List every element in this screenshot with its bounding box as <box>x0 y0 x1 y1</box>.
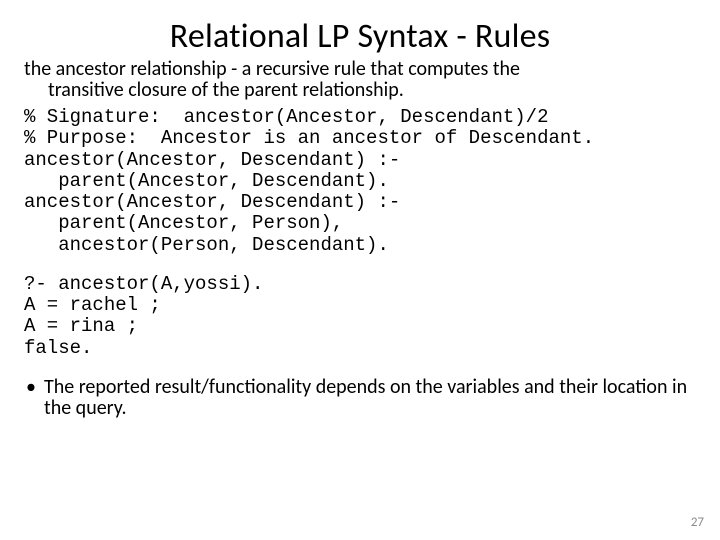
bullet-dot-icon: • <box>24 377 44 398</box>
slide: Relational LP Syntax - Rules the ancesto… <box>0 0 720 540</box>
bullet-text: The reported result/functionality depend… <box>44 377 696 419</box>
code-block-query: ?- ancestor(A,yossi). A = rachel ; A = r… <box>24 274 696 359</box>
slide-title: Relational LP Syntax - Rules <box>24 16 696 57</box>
code-block-definition: % Signature: ancestor(Ancestor, Descenda… <box>24 107 696 256</box>
page-number: 27 <box>691 515 704 530</box>
bullet-item: • The reported result/functionality depe… <box>24 377 696 419</box>
subtitle-line-2: transitive closure of the parent relatio… <box>24 80 696 101</box>
subtitle: the ancestor relationship - a recursive … <box>24 59 696 101</box>
